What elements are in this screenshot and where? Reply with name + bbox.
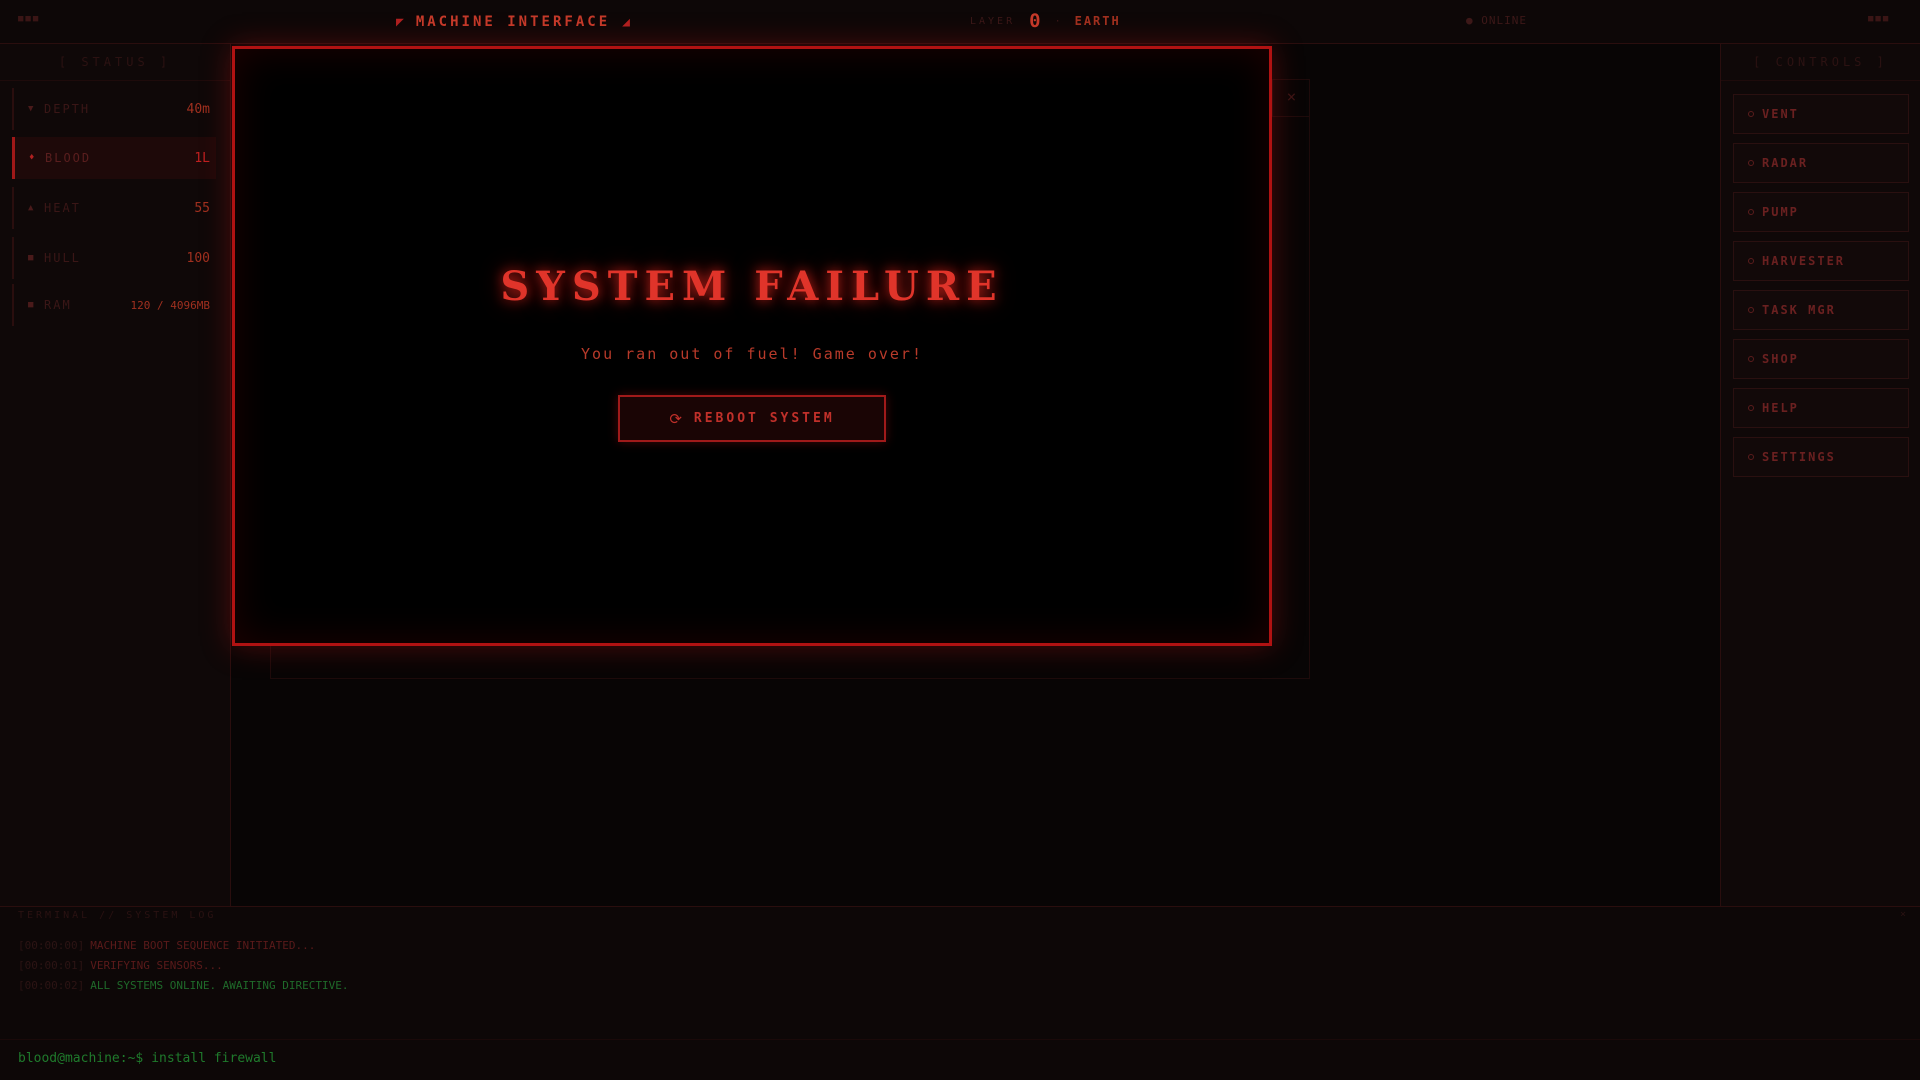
terminal-close-icon[interactable]: × bbox=[1900, 909, 1906, 920]
layer-indicator: LAYER 0 · EARTH bbox=[970, 10, 1121, 32]
reboot-label: REBOOT SYSTEM bbox=[693, 411, 835, 426]
task-mgr-label: TASK MGR bbox=[1762, 303, 1836, 317]
help-dot-icon bbox=[1748, 405, 1754, 411]
pump-dot-icon bbox=[1748, 209, 1754, 215]
vent-label: VENT bbox=[1762, 107, 1799, 121]
layer-place: EARTH bbox=[1074, 14, 1121, 28]
terminal-divider bbox=[0, 1039, 1920, 1040]
depth-icon: ▼ bbox=[28, 104, 34, 114]
layer-label: LAYER bbox=[970, 15, 1016, 27]
stat-ram[interactable]: ■ RAM 120 / 4096MB bbox=[12, 284, 216, 326]
top-bar: ■■■ ◤ MACHINE INTERFACE ◢ LAYER 0 · EART… bbox=[0, 0, 1920, 44]
stat-label: RAM bbox=[44, 298, 72, 312]
terminal-header: TERMINAL // SYSTEM LOG bbox=[18, 910, 217, 921]
window-dots: ■■■ bbox=[18, 14, 41, 24]
status-panel-header: [ STATUS ] bbox=[0, 44, 230, 81]
log-line: [00:00:01] VERIFYING SENSORS... bbox=[18, 959, 223, 972]
online-status: ● ONLINE bbox=[1466, 14, 1527, 27]
window-dots-right: ■■■ bbox=[1868, 14, 1891, 24]
vent-button[interactable]: VENT bbox=[1733, 94, 1909, 134]
reboot-icon: ⟳ bbox=[669, 409, 682, 428]
stat-value: 100 bbox=[186, 250, 210, 266]
stat-label: DEPTH bbox=[44, 102, 91, 116]
log-message: MACHINE BOOT SEQUENCE INITIATED... bbox=[90, 939, 316, 952]
stat-heat[interactable]: ▲ HEAT 55 bbox=[12, 187, 216, 229]
stat-value: 40m bbox=[186, 101, 210, 117]
stat-value: 120 / 4096MB bbox=[130, 298, 210, 312]
harvester-button[interactable]: HARVESTER bbox=[1733, 241, 1909, 281]
task-mgr-button[interactable]: TASK MGR bbox=[1733, 290, 1909, 330]
blood-icon: ♦ bbox=[29, 153, 35, 163]
harvester-dot-icon bbox=[1748, 258, 1754, 264]
log-message: ALL SYSTEMS ONLINE. AWAITING DIRECTIVE. bbox=[90, 979, 349, 992]
stat-depth[interactable]: ▼ DEPTH 40m bbox=[12, 88, 216, 130]
stat-label: HEAT bbox=[44, 201, 81, 215]
settings-label: SETTINGS bbox=[1762, 450, 1836, 464]
log-line: [00:00:00] MACHINE BOOT SEQUENCE INITIATE… bbox=[18, 939, 315, 952]
radar-dot-icon bbox=[1748, 160, 1754, 166]
settings-dot-icon bbox=[1748, 454, 1754, 460]
help-button[interactable]: HELP bbox=[1733, 388, 1909, 428]
ram-icon: ■ bbox=[28, 300, 34, 310]
controls-panel: [ CONTROLS ] VENT RADAR PUMP HARVESTER T… bbox=[1720, 44, 1920, 906]
log-timestamp: [00:00:01] bbox=[18, 959, 85, 972]
help-label: HELP bbox=[1762, 401, 1799, 415]
stat-value: 1L bbox=[194, 150, 210, 166]
shop-button[interactable]: SHOP bbox=[1733, 339, 1909, 379]
terminal-input[interactable]: blood@machine:~$ install firewall bbox=[18, 1051, 276, 1066]
game-over-modal: SYSTEM FAILURE You ran out of fuel! Game… bbox=[232, 46, 1272, 646]
pump-label: PUMP bbox=[1762, 205, 1799, 219]
layer-separator: · bbox=[1054, 15, 1061, 27]
log-message: VERIFYING SENSORS... bbox=[90, 959, 223, 972]
log-timestamp: [00:00:00] bbox=[18, 939, 85, 952]
shop-label: SHOP bbox=[1762, 352, 1799, 366]
modal-title: SYSTEM FAILURE bbox=[500, 263, 1004, 310]
harvester-label: HARVESTER bbox=[1762, 254, 1846, 268]
corner-left-icon: ◤ bbox=[396, 14, 404, 30]
layer-value: 0 bbox=[1029, 10, 1041, 32]
radar-button[interactable]: RADAR bbox=[1733, 143, 1909, 183]
stat-blood[interactable]: ♦ BLOOD 1L bbox=[12, 137, 216, 179]
app-title-group: ◤ MACHINE INTERFACE ◢ bbox=[396, 12, 630, 32]
status-panel: [ STATUS ] ▼ DEPTH 40m ♦ BLOOD 1L ▲ HEAT… bbox=[0, 44, 231, 906]
hull-icon: ■ bbox=[28, 253, 34, 263]
terminal-prompt: blood@machine:~$ bbox=[18, 1051, 144, 1066]
stat-value: 55 bbox=[194, 200, 210, 216]
terminal-command: install firewall bbox=[151, 1051, 277, 1066]
corner-right-icon: ◢ bbox=[622, 14, 630, 30]
settings-button[interactable]: SETTINGS bbox=[1733, 437, 1909, 477]
stat-hull[interactable]: ■ HULL 100 bbox=[12, 237, 216, 279]
log-line: [00:00:02] ALL SYSTEMS ONLINE. AWAITING D… bbox=[18, 979, 349, 992]
stat-label: BLOOD bbox=[45, 151, 92, 165]
reboot-system-button[interactable]: ⟳ REBOOT SYSTEM bbox=[618, 395, 886, 442]
stat-label: HULL bbox=[44, 251, 81, 265]
task-mgr-dot-icon bbox=[1748, 307, 1754, 313]
modal-message: You ran out of fuel! Game over! bbox=[581, 345, 923, 363]
log-timestamp: [00:00:02] bbox=[18, 979, 85, 992]
heat-icon: ▲ bbox=[28, 203, 34, 213]
terminal-panel: TERMINAL // SYSTEM LOG × [00:00:00] MACHI… bbox=[0, 906, 1920, 1080]
background-window-close-icon[interactable]: × bbox=[1272, 79, 1310, 117]
controls-panel-header: [ CONTROLS ] bbox=[1721, 44, 1920, 81]
app-title: MACHINE INTERFACE bbox=[415, 14, 611, 30]
radar-label: RADAR bbox=[1762, 156, 1809, 170]
pump-button[interactable]: PUMP bbox=[1733, 192, 1909, 232]
shop-dot-icon bbox=[1748, 356, 1754, 362]
vent-dot-icon bbox=[1748, 111, 1754, 117]
